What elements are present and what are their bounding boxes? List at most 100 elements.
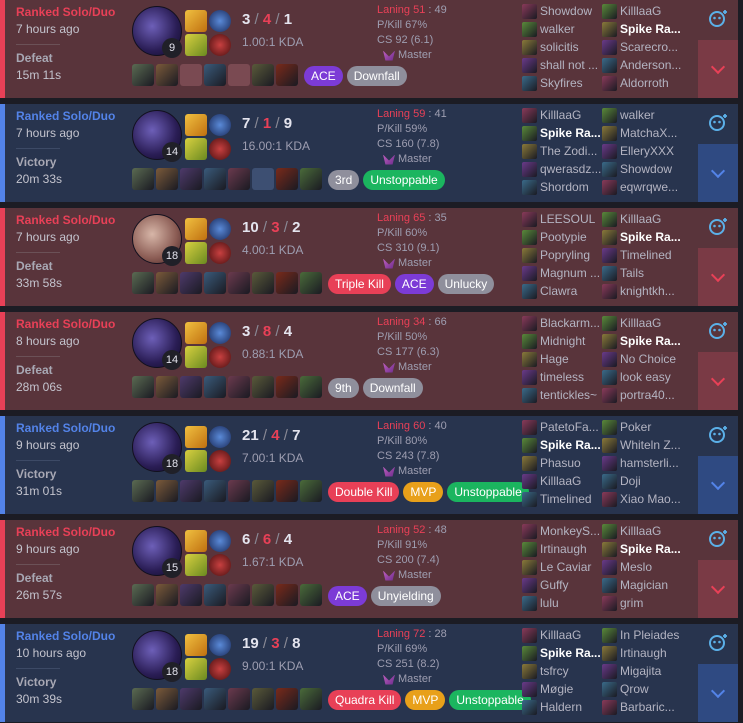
item-icon[interactable] [132,64,154,86]
player-entry[interactable]: solicitis [522,38,602,56]
expand-match-button[interactable] [698,248,738,306]
secondary-rune-icon[interactable] [209,346,231,368]
player-entry[interactable]: Showdow [602,160,682,178]
empty-item-slot[interactable] [252,168,274,190]
player-entry[interactable]: Showdow [522,2,602,20]
champion-portrait[interactable]: 18 [132,214,184,266]
player-entry[interactable]: knightkh... [602,282,682,300]
share-button[interactable] [698,416,738,456]
item-icon[interactable] [276,376,298,398]
item-icon[interactable] [156,64,178,86]
player-entry[interactable]: shall not ... [522,56,602,74]
player-entry[interactable]: Spike Ra... [602,20,682,38]
player-entry[interactable]: Phasuo [522,454,602,472]
item-icon[interactable] [300,480,322,502]
keystone-rune-icon[interactable] [209,426,231,448]
item-icon[interactable] [156,480,178,502]
expand-match-button[interactable] [698,456,738,514]
player-entry[interactable]: LEESOUL [522,210,602,228]
item-icon[interactable] [300,272,322,294]
player-entry[interactable]: qwerasdz... [522,160,602,178]
expand-match-button[interactable] [698,560,738,618]
player-entry[interactable]: Migajita [602,662,682,680]
secondary-rune-icon[interactable] [209,34,231,56]
item-icon[interactable] [300,688,322,710]
teleport-spell-icon[interactable] [185,346,207,368]
item-icon[interactable] [276,480,298,502]
player-entry[interactable]: Spike Ra... [522,644,602,662]
player-entry[interactable]: Pootypie [522,228,602,246]
item-icon[interactable] [156,272,178,294]
teleport-spell-icon[interactable] [185,658,207,680]
keystone-rune-icon[interactable] [209,322,231,344]
secondary-rune-icon[interactable] [209,554,231,576]
share-button[interactable] [698,312,738,352]
item-icon[interactable] [204,376,226,398]
item-icon[interactable] [228,688,250,710]
expand-match-button[interactable] [698,352,738,410]
item-icon[interactable] [300,376,322,398]
keystone-rune-icon[interactable] [209,530,231,552]
player-entry[interactable]: Qrow [602,680,682,698]
flash-spell-icon[interactable] [185,530,207,552]
item-icon[interactable] [228,584,250,606]
player-entry[interactable]: Spike Ra... [522,124,602,142]
champion-portrait[interactable]: 9 [132,6,184,58]
item-icon[interactable] [228,168,250,190]
item-icon[interactable] [132,480,154,502]
teleport-spell-icon[interactable] [185,554,207,576]
player-entry[interactable]: KilllaaG [522,106,602,124]
flash-spell-icon[interactable] [185,10,207,32]
item-icon[interactable] [276,584,298,606]
player-entry[interactable]: Le Caviar [522,558,602,576]
player-entry[interactable]: Anderson... [602,56,682,74]
player-entry[interactable]: tentickles~ [522,386,602,404]
item-icon[interactable] [204,64,226,86]
player-entry[interactable]: Spike Ra... [602,332,682,350]
item-icon[interactable] [300,168,322,190]
teleport-spell-icon[interactable] [185,34,207,56]
item-icon[interactable] [132,584,154,606]
share-button[interactable] [698,624,738,664]
player-entry[interactable]: timeless [522,368,602,386]
item-icon[interactable] [156,688,178,710]
player-entry[interactable]: KilllaaG [602,210,682,228]
flash-spell-icon[interactable] [185,426,207,448]
flash-spell-icon[interactable] [185,322,207,344]
flash-spell-icon[interactable] [185,114,207,136]
player-entry[interactable]: Midnight [522,332,602,350]
player-entry[interactable]: Møgie [522,680,602,698]
player-entry[interactable]: Poker [602,418,682,436]
item-icon[interactable] [252,584,274,606]
player-entry[interactable]: Guffy [522,576,602,594]
item-icon[interactable] [252,376,274,398]
item-icon[interactable] [156,584,178,606]
item-icon[interactable] [204,584,226,606]
item-icon[interactable] [180,480,202,502]
player-entry[interactable]: Irtinaugh [602,644,682,662]
item-icon[interactable] [204,688,226,710]
secondary-rune-icon[interactable] [209,450,231,472]
player-entry[interactable]: Magnum ... [522,264,602,282]
player-entry[interactable]: Popryling [522,246,602,264]
player-entry[interactable]: Blackarm... [522,314,602,332]
item-icon[interactable] [204,480,226,502]
player-entry[interactable]: PatetoFa... [522,418,602,436]
item-icon[interactable] [228,272,250,294]
secondary-rune-icon[interactable] [209,658,231,680]
item-icon[interactable] [276,64,298,86]
champion-portrait[interactable]: 18 [132,630,184,682]
player-entry[interactable]: hamsterli... [602,454,682,472]
expand-match-button[interactable] [698,40,738,98]
item-icon[interactable] [156,168,178,190]
player-entry[interactable]: Barbaric... [602,698,682,716]
player-entry[interactable]: Spike Ra... [602,540,682,558]
share-button[interactable] [698,208,738,248]
item-icon[interactable] [252,688,274,710]
item-icon[interactable] [180,376,202,398]
item-icon[interactable] [180,272,202,294]
player-entry[interactable]: Scarecro... [602,38,682,56]
item-icon[interactable] [132,376,154,398]
player-entry[interactable]: Spike Ra... [522,436,602,454]
player-entry[interactable]: MonkeyS... [522,522,602,540]
